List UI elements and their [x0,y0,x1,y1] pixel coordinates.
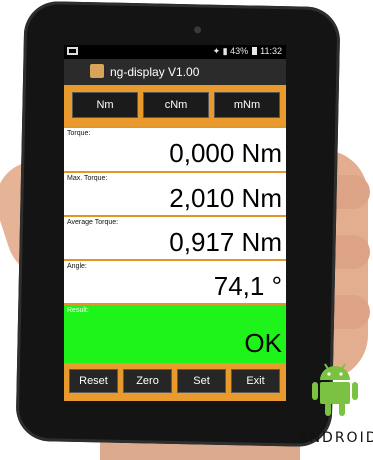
result-label: Result: [67,307,89,314]
reset-button[interactable]: Reset [69,369,118,393]
action-bar: Reset Zero Set Exit [64,363,286,401]
set-button[interactable]: Set [177,369,226,393]
notification-icon [67,46,79,57]
zero-button[interactable]: Zero [123,369,172,393]
unit-button-mnm[interactable]: mNm [214,92,280,118]
max-torque-value: 2,010 Nm [169,183,282,213]
unit-button-cnm[interactable]: cNm [143,92,209,118]
average-torque-label: Average Torque: [67,219,119,226]
result-panel: Result: OK [64,303,286,363]
torque-panel: Torque: 0,000 Nm [64,126,286,171]
torque-label: Torque: [67,130,91,137]
angle-label: Angle: [67,263,87,270]
max-torque-label: Max. Torque: [67,175,108,182]
android-wordmark: ANDROID [298,430,373,446]
battery-percent: 43% [230,46,249,56]
unit-selector-bar: Nm cNm mNm [64,85,286,126]
tablet-screen: ✦ ▮ 43% 11:32 ng-display V1.00 Nm cNm mN… [64,45,286,401]
app-icon [90,64,104,78]
front-camera [193,26,202,34]
status-time: 11:32 [260,46,282,56]
exit-button[interactable]: Exit [231,369,280,393]
angle-panel: Angle: 74,1 ° [64,259,286,303]
unit-button-nm[interactable]: Nm [72,92,138,118]
angle-value: 74,1 ° [213,271,282,301]
android-robot-icon [310,360,360,418]
result-value: OK [244,328,282,358]
status-bar: ✦ ▮ 43% 11:32 [64,45,286,59]
app-title-bar: ng-display V1.00 [64,59,286,85]
average-torque-panel: Average Torque: 0,917 Nm [64,215,286,259]
average-torque-value: 0,917 Nm [169,227,282,257]
battery-icon [251,47,257,55]
torque-value: 0,000 Nm [169,138,282,168]
app-title: ng-display V1.00 [110,65,200,79]
signal-icon: ✦ ▮ [212,46,228,56]
max-torque-panel: Max. Torque: 2,010 Nm [64,171,286,215]
status-indicators: ✦ ▮ 43% 11:32 [213,46,282,58]
